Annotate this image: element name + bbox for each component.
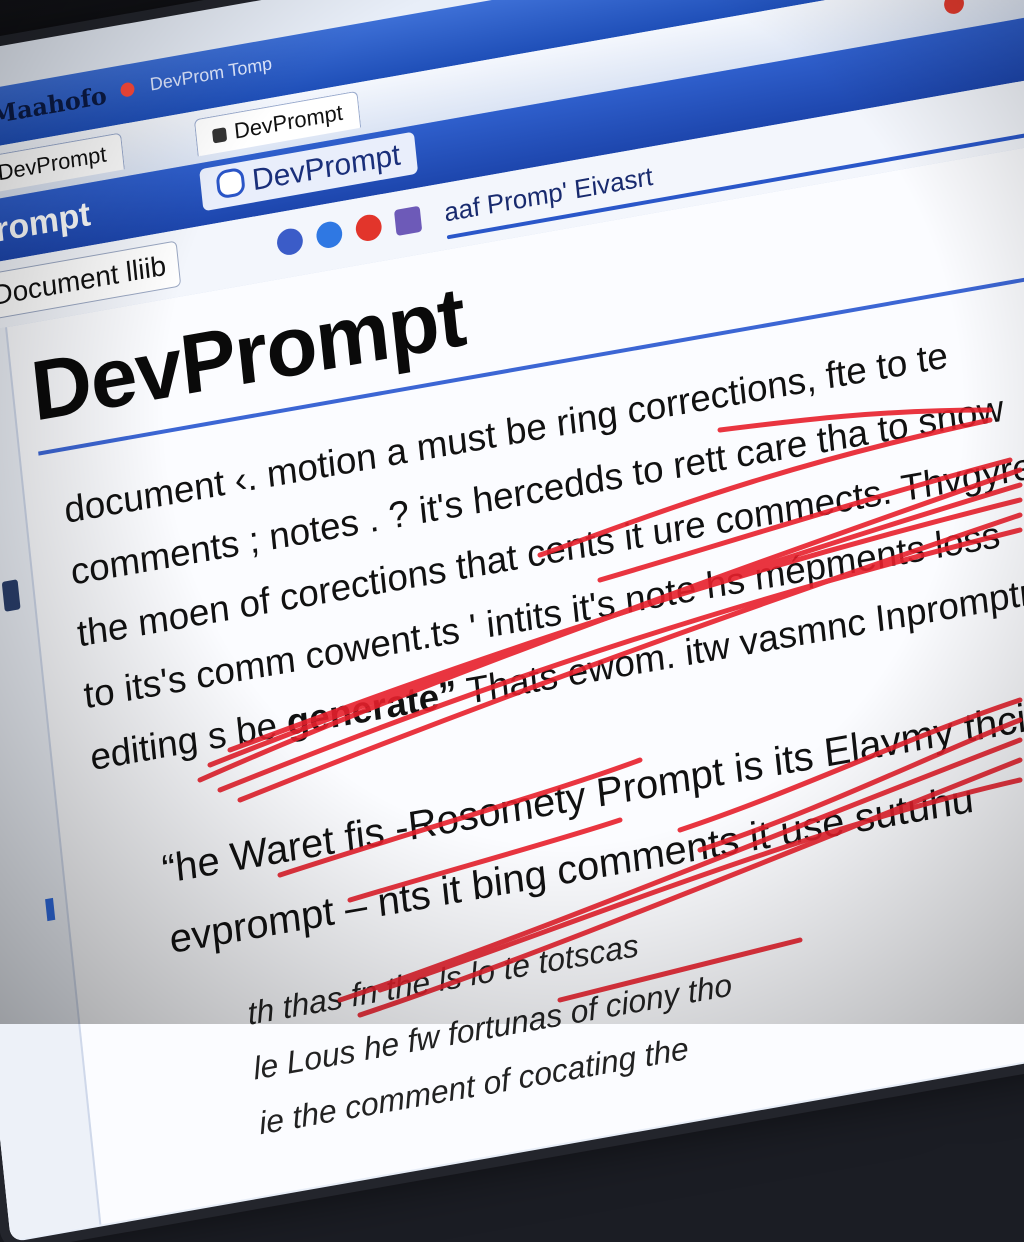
generate-keyword: generate” [284,672,460,744]
cursor-marker [45,897,56,922]
tab-label: DevPrompt [0,141,108,186]
grid-icon[interactable] [393,205,423,237]
monitor-screen: Maahofo DevProm Tomp DevPrompt DevPrompt… [0,0,1024,1242]
document-body[interactable]: 2 DevPrompt document ‹. motion a must be… [0,134,1024,1241]
comment-icon[interactable] [315,219,344,251]
record-button-icon[interactable] [354,212,383,244]
line-gutter: 2 [0,327,102,1241]
app-name: Maahofo [0,80,108,130]
devprompt-logo-icon [215,166,246,200]
tab-label: DevPrompt [232,99,344,144]
record-icon [119,81,136,98]
window-subtitle: DevProm Tomp [149,53,273,95]
document-tab-label: Document lliib [0,249,168,312]
page-icon [211,127,228,144]
bookmark-icon[interactable] [1,579,21,612]
format-icon[interactable] [275,226,305,257]
close-icon[interactable] [943,0,965,16]
